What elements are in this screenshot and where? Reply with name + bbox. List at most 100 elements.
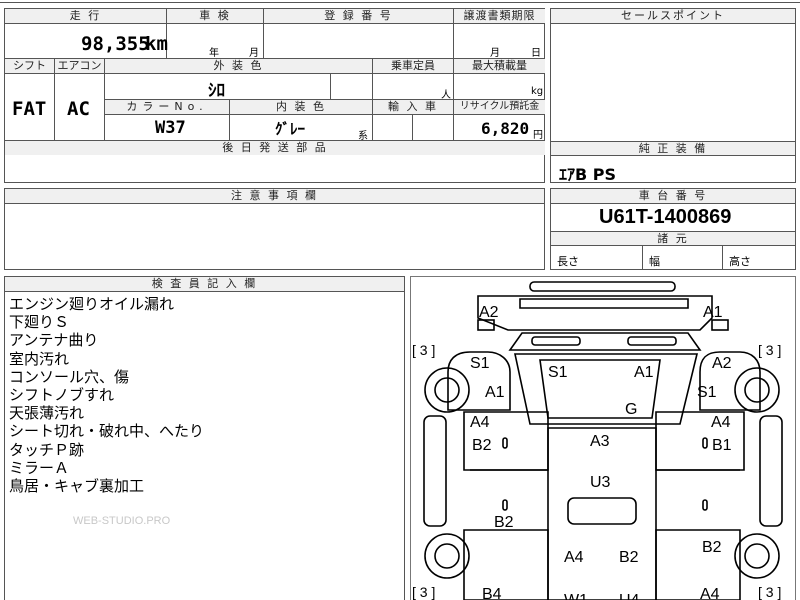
- recycle-label: リサイクル預託金: [454, 100, 545, 115]
- capacity-cell: 人: [373, 74, 454, 101]
- right-side-rail-outline: [759, 415, 783, 527]
- inspection-month: 月: [249, 48, 259, 59]
- import-cell-1: [373, 115, 413, 141]
- remark-line: ミラーＡ: [9, 458, 70, 477]
- damage-code: B1: [712, 437, 732, 454]
- left-rear-wheel-outline: [424, 533, 470, 579]
- genuine-equipment-label: 純 正 装 備: [551, 141, 795, 156]
- damage-code: U3: [590, 474, 611, 491]
- right-rear-wheel-outline: [734, 533, 780, 579]
- windshield-outline: [508, 332, 702, 351]
- remark-line: シート切れ・破れ中、へたり: [9, 422, 205, 441]
- mileage-unit: km: [145, 33, 168, 55]
- chassis-box: 車 台 番 号 U61T-1400869 諸 元 長さ 幅 高さ: [550, 188, 796, 270]
- genuine-equipment-value: ｴｱB PS: [559, 165, 617, 184]
- notes-label: 注 意 事 項 欄: [5, 189, 544, 204]
- inspection-label: 車 検: [167, 9, 264, 24]
- color-no-value: W37: [155, 118, 186, 138]
- inspector-remarks: エンジン廻りオイル漏れ 下廻りＳ アンテナ曲り 室内汚れ コンソール穴、傷 シフ…: [9, 295, 204, 495]
- import-cell-2: [413, 115, 454, 141]
- left-rear-outline: [463, 529, 549, 600]
- ext-color-label: 外 装 色: [105, 59, 373, 74]
- max-load-label: 最大積載量: [454, 59, 545, 74]
- inspector-label: 検 査 員 記 入 欄: [5, 277, 404, 292]
- interior-suffix: 系: [358, 131, 368, 142]
- shift-label: シフト: [5, 59, 55, 74]
- remark-line: シフトノブすれ: [9, 386, 115, 405]
- notes-box: 注 意 事 項 欄: [4, 188, 545, 270]
- mileage-label: 走 行: [5, 9, 167, 24]
- tire-tread-front-left: [ 3 ]: [412, 342, 436, 358]
- load-unit: kg: [531, 86, 544, 97]
- damage-code: B2: [702, 539, 722, 556]
- length-cell: 長さ: [551, 246, 643, 269]
- transfer-deadline-label: 譲渡書類期限: [454, 9, 545, 24]
- damage-code: S1: [470, 355, 490, 372]
- inspection-cell: 年 月: [167, 24, 264, 59]
- ac-cell: AC: [55, 74, 105, 141]
- later-parts-box: [4, 155, 545, 183]
- registration-label: 登 録 番 号: [264, 9, 454, 24]
- sales-point-label: セールスポイント: [551, 9, 795, 24]
- roof-outline: [514, 353, 699, 425]
- interior-cell: ｸﾞﾚｰ 系: [230, 115, 373, 142]
- fuel-tank-outline: [567, 497, 637, 525]
- mileage-value: 98,355: [81, 33, 150, 55]
- later-parts-label: 後 日 発 送 部 品: [5, 141, 545, 156]
- tire-tread-rear-right: [ 3 ]: [758, 584, 782, 600]
- front-bumper-outline: [529, 281, 676, 292]
- damage-code: A1: [485, 384, 505, 401]
- damage-code: A1: [634, 364, 654, 381]
- damage-code: A4: [700, 586, 720, 600]
- left-front-wheel-outline: [424, 367, 470, 413]
- width-label: 幅: [649, 255, 660, 268]
- import-label: 輸 入 車: [373, 100, 454, 115]
- damage-code: U4: [619, 592, 639, 600]
- transfer-month: 月: [490, 48, 500, 59]
- cargo-bed-outline: [547, 427, 657, 600]
- right-front-wheel-outline: [734, 367, 780, 413]
- color-no-cell: W37: [105, 115, 230, 141]
- interior-label: 内 装 色: [230, 100, 373, 115]
- vehicle-info-form: 走 行 車 検 登 録 番 号 譲渡書類期限 98,355 km 年 月 月 日…: [4, 8, 545, 157]
- damage-code: A1: [703, 304, 723, 321]
- registration-cell: [264, 24, 454, 59]
- recycle-value: 6,820: [481, 119, 530, 138]
- inspection-year: 年: [209, 48, 219, 59]
- damage-code: B2: [494, 514, 514, 531]
- damage-code: A2: [712, 355, 732, 372]
- height-cell: 高さ: [723, 246, 795, 269]
- remark-line: タッチＰ跡: [9, 440, 85, 459]
- damage-code: A4: [564, 549, 584, 566]
- shift-cell: FAT: [5, 74, 55, 141]
- damage-code: A4: [470, 414, 490, 431]
- shift-value: FAT: [12, 98, 47, 120]
- damage-code: G: [625, 401, 638, 418]
- damage-code: A4: [711, 414, 731, 431]
- capacity-unit: 人: [441, 90, 451, 101]
- capacity-label: 乗車定員: [373, 59, 454, 74]
- ac-label: エアコン: [55, 59, 105, 74]
- damage-code: W1: [564, 592, 588, 600]
- height-label: 高さ: [729, 255, 751, 268]
- remark-line: 天張薄汚れ: [9, 404, 85, 423]
- length-label: 長さ: [557, 255, 579, 268]
- top-stub: [0, 0, 800, 3]
- tire-tread-front-right: [ 3 ]: [758, 342, 782, 358]
- damage-code: B4: [482, 586, 502, 600]
- wiper-right-outline: [627, 336, 677, 346]
- recycle-unit: 円: [533, 130, 543, 141]
- ext-color-value: ｼﾛ: [208, 81, 225, 101]
- dims-label: 諸 元: [551, 231, 795, 246]
- remark-line: コンソール穴、傷: [9, 367, 130, 386]
- damage-code: A3: [590, 433, 610, 450]
- sales-point-box: セールスポイント 純 正 装 備 ｴｱB PS: [550, 8, 796, 184]
- remark-line: 鳥居・キャブ裏加工: [9, 477, 145, 496]
- interior-value: ｸﾞﾚｰ: [275, 120, 306, 138]
- damage-code: S1: [548, 364, 568, 381]
- damage-code: B2: [472, 437, 492, 454]
- damage-code: S1: [697, 384, 717, 401]
- watermark: WEB-STUDIO.PRO: [73, 515, 171, 527]
- inspector-box: 検 査 員 記 入 欄 エンジン廻りオイル漏れ 下廻りＳ アンテナ曲り 室内汚れ…: [4, 276, 405, 600]
- recycle-cell: 6,820 円: [454, 115, 545, 141]
